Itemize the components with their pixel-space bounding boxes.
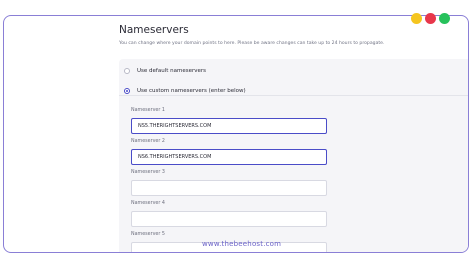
- yellow-dot-icon: [411, 13, 422, 24]
- nameserver-4-input[interactable]: [131, 211, 327, 227]
- option-custom-nameservers[interactable]: Use custom nameservers (enter below): [124, 83, 246, 99]
- page-title: Nameservers: [119, 24, 189, 36]
- nameserver-panel: Use default nameservers Use custom names…: [119, 59, 468, 252]
- watermark: www.thebeehost.com: [202, 240, 282, 248]
- browser-frame: Nameservers You can change where your do…: [3, 15, 469, 253]
- nameserver-4-label: Nameserver 4: [131, 201, 165, 206]
- brand-dots: [411, 13, 450, 24]
- nameserver-5-label: Nameserver 5: [131, 232, 165, 237]
- option-custom-label: Use custom nameservers (enter below): [137, 88, 246, 94]
- option-default-label: Use default nameservers: [137, 68, 206, 74]
- nameserver-3-label: Nameserver 3: [131, 170, 165, 175]
- red-dot-icon: [425, 13, 436, 24]
- nameserver-1-label: Nameserver 1: [131, 108, 165, 113]
- nameserver-2-input[interactable]: [131, 149, 327, 165]
- nameserver-1-input[interactable]: [131, 118, 327, 134]
- nameserver-2-label: Nameserver 2: [131, 139, 165, 144]
- green-dot-icon: [439, 13, 450, 24]
- radio-custom[interactable]: [124, 88, 130, 94]
- nameserver-3-input[interactable]: [131, 180, 327, 196]
- option-default-nameservers[interactable]: Use default nameservers: [124, 63, 206, 79]
- page-subtitle: You can change where your domain points …: [119, 41, 385, 46]
- radio-default[interactable]: [124, 68, 130, 74]
